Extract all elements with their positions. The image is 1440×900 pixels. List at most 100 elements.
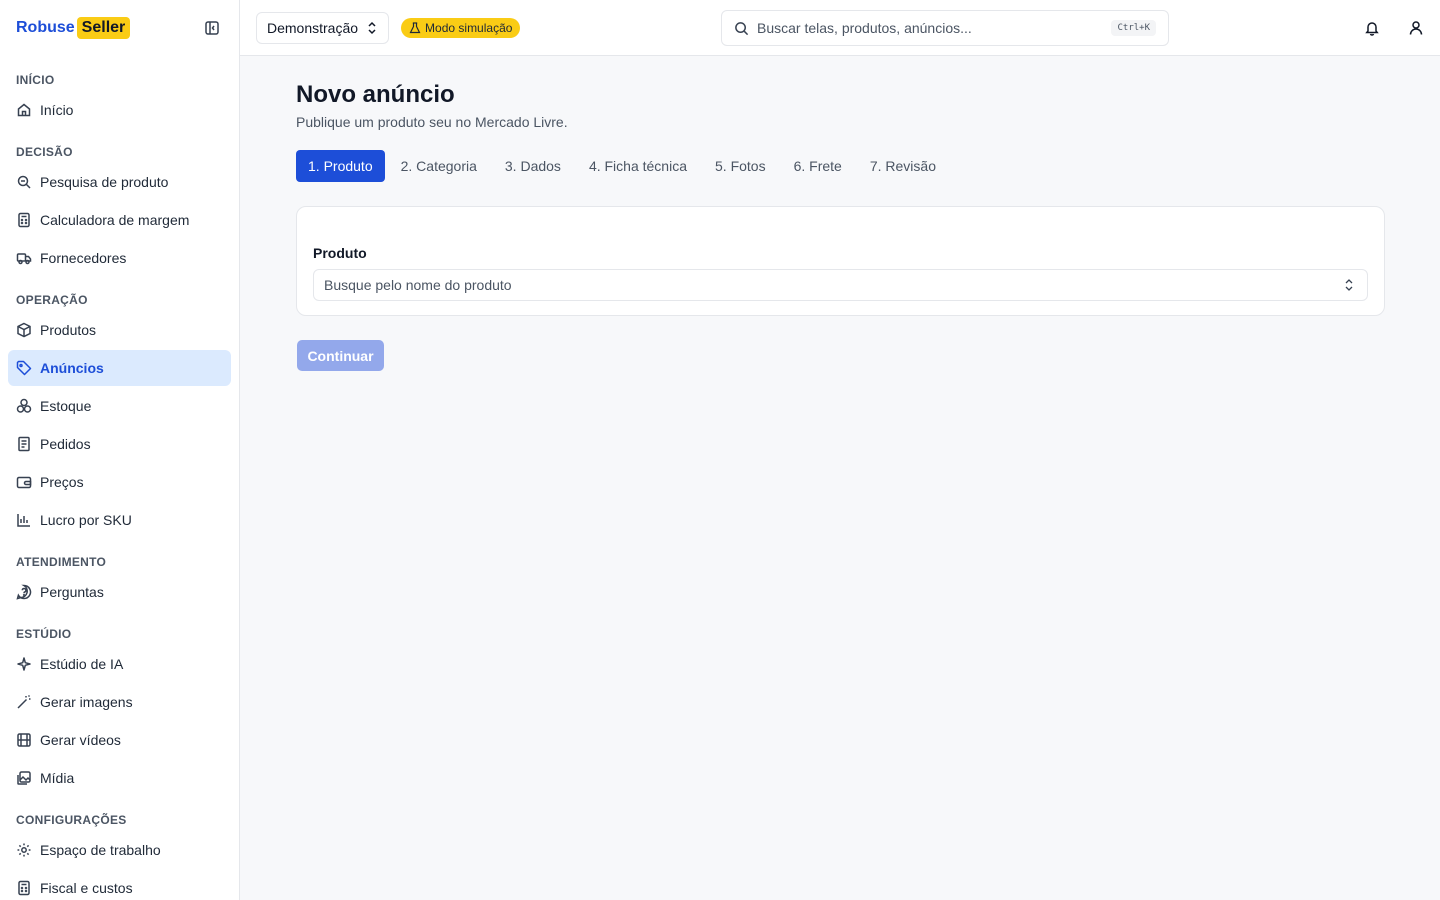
product-card: Produto Busque pelo nome do produto xyxy=(296,206,1385,316)
brand-logo[interactable]: Robuse Seller xyxy=(16,17,131,39)
search-input[interactable] xyxy=(757,20,1104,36)
panel-left-icon xyxy=(205,21,219,35)
nav-section-inicio: INÍCIO Início xyxy=(0,70,239,128)
truck-icon xyxy=(16,250,32,266)
step-produto[interactable]: 1. Produto xyxy=(296,150,385,182)
workspace-select[interactable]: Demonstração xyxy=(256,11,390,44)
sidebar-item-calculadora[interactable]: Calculadora de margem xyxy=(8,202,231,238)
product-field-label: Produto xyxy=(313,245,367,261)
product-combobox-placeholder: Busque pelo nome do produto xyxy=(324,277,512,293)
sidebar-item-label: Gerar imagens xyxy=(40,694,133,710)
step-fotos[interactable]: 5. Fotos xyxy=(703,150,778,182)
film-icon xyxy=(16,732,32,748)
flask-icon xyxy=(409,21,421,33)
sidebar-item-label: Início xyxy=(40,102,74,118)
step-ficha-tecnica[interactable]: 4. Ficha técnica xyxy=(577,150,699,182)
question-bubble-icon xyxy=(16,584,32,600)
sidebar-item-precos[interactable]: Preços xyxy=(8,464,231,500)
sidebar-item-produtos[interactable]: Produtos xyxy=(8,312,231,348)
sidebar-item-label: Gerar vídeos xyxy=(40,732,121,748)
sidebar-item-lucro-sku[interactable]: Lucro por SKU xyxy=(8,502,231,538)
wallet-icon xyxy=(16,474,32,490)
section-title: ATENDIMENTO xyxy=(16,555,107,569)
step-dados[interactable]: 3. Dados xyxy=(493,150,573,182)
home-icon xyxy=(16,102,32,118)
chevrons-up-down-icon xyxy=(1345,279,1353,291)
boxes-icon xyxy=(16,398,32,414)
global-search[interactable]: Ctrl+K xyxy=(721,10,1169,46)
magic-wand-icon xyxy=(16,694,32,710)
sidebar-item-fiscal-custos[interactable]: Fiscal e custos xyxy=(8,870,231,900)
user-menu-button[interactable] xyxy=(1408,16,1424,40)
sidebar-item-midia[interactable]: Mídia xyxy=(8,760,231,796)
sidebar-item-label: Produtos xyxy=(40,322,97,338)
step-frete[interactable]: 6. Frete xyxy=(782,150,854,182)
product-search-combobox[interactable]: Busque pelo nome do produto xyxy=(313,269,1368,301)
sidebar-item-espaco-trabalho[interactable]: Espaço de trabalho xyxy=(8,832,231,868)
workspace-name: Demonstração xyxy=(267,19,359,36)
sidebar-item-label: Calculadora de margem xyxy=(40,212,190,228)
nav-section-atendimento: ATENDIMENTO Perguntas xyxy=(0,552,239,610)
sidebar-header: Robuse Seller xyxy=(0,0,239,56)
simulation-mode-badge: Modo simulação xyxy=(401,17,521,38)
nav-section-estudio: ESTÚDIO Estúdio de IA Gerar imagens Gera… xyxy=(0,624,239,796)
notifications-button[interactable] xyxy=(1364,16,1380,40)
nav-section-configuracoes: CONFIGURAÇÕES Espaço de trabalho Fiscal … xyxy=(0,810,239,900)
sidebar-item-label: Preços xyxy=(40,474,84,490)
brand-name: Robuse xyxy=(16,19,75,36)
sidebar-item-label: Perguntas xyxy=(40,584,104,600)
sidebar-item-label: Fiscal e custos xyxy=(40,880,133,896)
continue-button[interactable]: Continuar xyxy=(297,340,384,371)
bell-icon xyxy=(1365,22,1379,36)
sidebar-item-anuncios[interactable]: Anúncios xyxy=(8,350,231,386)
section-title: ESTÚDIO xyxy=(16,627,72,641)
sidebar-item-label: Fornecedores xyxy=(40,250,127,266)
search-icon xyxy=(735,21,749,35)
step-revisao[interactable]: 7. Revisão xyxy=(858,150,948,182)
page-title: Novo anúncio xyxy=(296,81,455,108)
package-icon xyxy=(16,322,32,338)
section-title: OPERAÇÃO xyxy=(16,293,88,307)
sidebar-item-label: Lucro por SKU xyxy=(40,512,132,528)
bar-chart-icon xyxy=(16,512,32,528)
sidebar-item-label: Anúncios xyxy=(40,360,104,376)
sidebar-collapse-button[interactable] xyxy=(201,17,223,39)
sidebar-item-label: Espaço de trabalho xyxy=(40,842,161,858)
calculator-icon xyxy=(16,880,32,896)
nav-section-operacao: OPERAÇÃO Produtos Anúncios Estoque Pedid… xyxy=(0,290,239,538)
user-icon xyxy=(1409,21,1423,35)
sidebar: Robuse Seller INÍCIO Início DECISÃO Pesq… xyxy=(0,0,240,900)
tag-icon xyxy=(16,360,32,376)
wizard-steps: 1. Produto 2. Categoria 3. Dados 4. Fich… xyxy=(296,150,1385,182)
step-categoria[interactable]: 2. Categoria xyxy=(389,150,489,182)
topbar: Demonstração Modo simulação Ctrl+K xyxy=(240,0,1440,56)
sidebar-item-label: Estoque xyxy=(40,398,92,414)
sparkles-icon xyxy=(16,656,32,672)
sidebar-item-inicio[interactable]: Início xyxy=(8,92,231,128)
images-icon xyxy=(16,770,32,786)
sidebar-item-label: Mídia xyxy=(40,770,75,786)
simulation-mode-label: Modo simulação xyxy=(425,20,513,35)
nav-section-decisao: DECISÃO Pesquisa de produto Calculadora … xyxy=(0,142,239,276)
sidebar-item-estoque[interactable]: Estoque xyxy=(8,388,231,424)
gear-icon xyxy=(16,842,32,858)
main-content: Novo anúncio Publique um produto seu no … xyxy=(296,56,1385,371)
section-title: CONFIGURAÇÕES xyxy=(16,813,127,827)
sidebar-item-fornecedores[interactable]: Fornecedores xyxy=(8,240,231,276)
topbar-actions xyxy=(1364,16,1424,40)
chevrons-up-down-icon xyxy=(368,21,376,34)
sidebar-item-estudio-ia[interactable]: Estúdio de IA xyxy=(8,646,231,682)
sidebar-item-pedidos[interactable]: Pedidos xyxy=(8,426,231,462)
sidebar-item-label: Pedidos xyxy=(40,436,91,452)
sidebar-item-pesquisa[interactable]: Pesquisa de produto xyxy=(8,164,231,200)
sidebar-item-label: Estúdio de IA xyxy=(40,656,124,672)
brand-badge: Seller xyxy=(76,17,131,39)
section-title: DECISÃO xyxy=(16,145,73,159)
sidebar-item-gerar-imagens[interactable]: Gerar imagens xyxy=(8,684,231,720)
sidebar-item-label: Pesquisa de produto xyxy=(40,174,169,190)
sidebar-item-perguntas[interactable]: Perguntas xyxy=(8,574,231,610)
section-title: INÍCIO xyxy=(16,73,55,87)
calculator-icon xyxy=(16,212,32,228)
sidebar-item-gerar-videos[interactable]: Gerar vídeos xyxy=(8,722,231,758)
page-subtitle: Publique um produto seu no Mercado Livre… xyxy=(296,114,568,130)
